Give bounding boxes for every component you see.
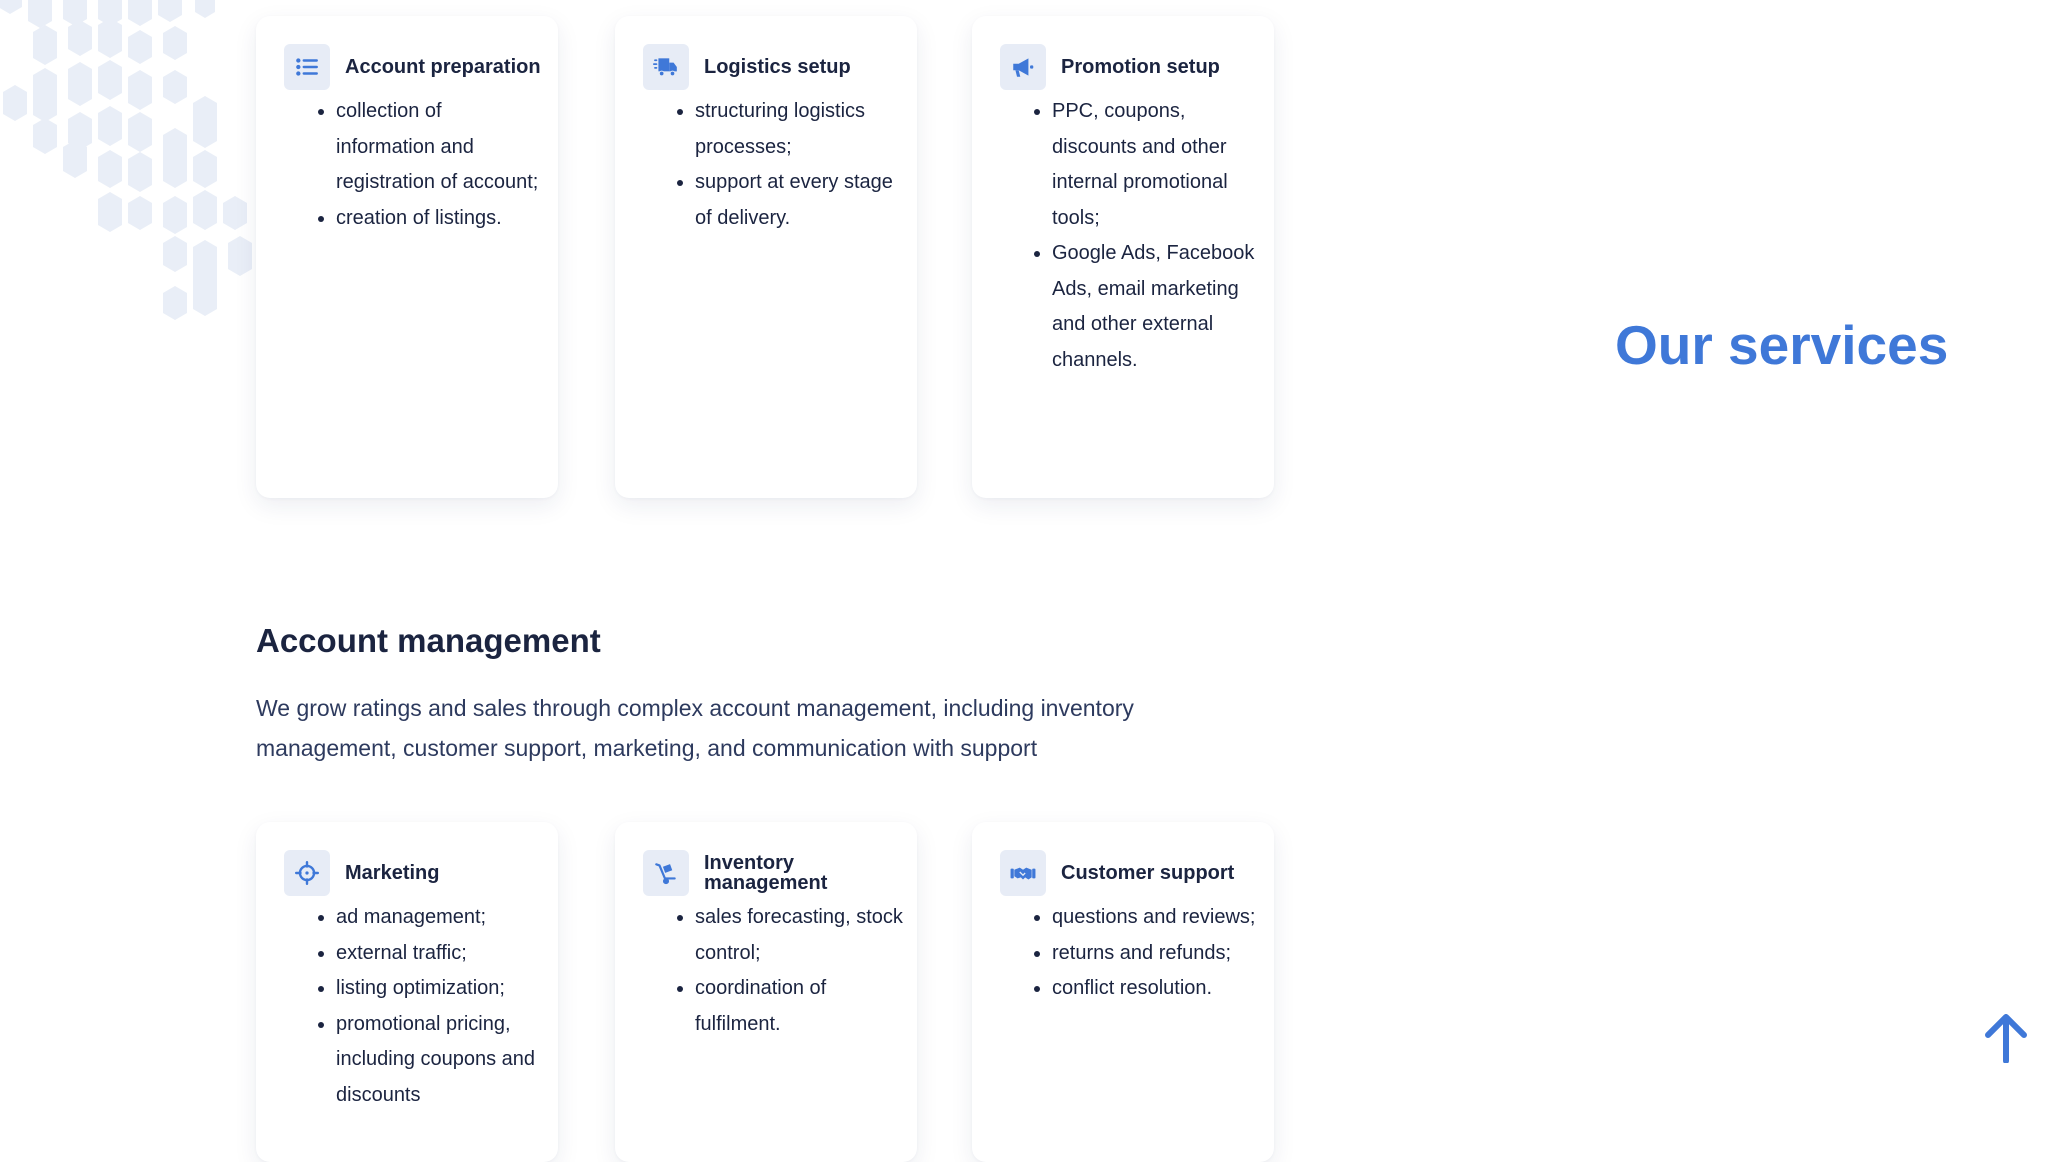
arrow-up-icon: [1985, 1014, 2027, 1064]
crosshair-icon: [284, 850, 330, 896]
card-account-preparation: Account preparation collection of inform…: [256, 16, 558, 498]
card-list: ad management; external traffic; listing…: [308, 900, 546, 1113]
list-item: collection of information and registrati…: [336, 94, 546, 201]
list-item: questions and reviews;: [1052, 900, 1262, 936]
card-title: Inventory management: [704, 852, 828, 894]
list-item: returns and refunds;: [1052, 936, 1262, 972]
card-customer-support: Customer support questions and reviews; …: [972, 822, 1274, 1162]
hexagon-pattern-background: [0, 0, 252, 320]
card-title: Account preparation: [345, 56, 541, 78]
card-list: collection of information and registrati…: [308, 94, 546, 236]
list-item: Google Ads, Facebook Ads, email marketin…: [1052, 236, 1262, 378]
card-promotion-setup: Promotion setup PPC, coupons, discounts …: [972, 16, 1274, 498]
section-description: We grow ratings and sales through comple…: [256, 695, 1134, 761]
card-marketing: Marketing ad management; external traffi…: [256, 822, 558, 1162]
card-list: PPC, coupons, discounts and other intern…: [1024, 94, 1262, 378]
list-icon: [284, 44, 330, 90]
list-item: structuring logistics processes;: [695, 94, 905, 165]
scroll-to-top-button[interactable]: [1984, 1013, 2028, 1064]
list-item: PPC, coupons, discounts and other intern…: [1052, 94, 1262, 236]
card-list: questions and reviews; returns and refun…: [1024, 900, 1262, 1007]
list-item: creation of listings.: [336, 201, 546, 237]
handshake-icon: [1000, 850, 1046, 896]
card-title: Customer support: [1061, 862, 1235, 884]
card-list: sales forecasting, stock control; coordi…: [667, 900, 905, 1042]
list-item: support at every stage of delivery.: [695, 165, 905, 236]
card-logistics-setup: Logistics setup structuring logistics pr…: [615, 16, 917, 498]
section-title: Account management: [256, 622, 601, 659]
our-services-heading: Our services: [1615, 314, 1949, 376]
list-item: promotional pricing, including coupons a…: [336, 1007, 546, 1114]
list-item: sales forecasting, stock control;: [695, 900, 905, 971]
card-title: Promotion setup: [1061, 56, 1220, 78]
list-item: listing optimization;: [336, 971, 546, 1007]
card-title: Marketing: [345, 862, 440, 884]
truck-icon: [643, 44, 689, 90]
card-list: structuring logistics processes; support…: [667, 94, 905, 236]
list-item: external traffic;: [336, 936, 546, 972]
hand-cart-icon: [643, 850, 689, 896]
megaphone-icon: [1000, 44, 1046, 90]
list-item: ad management;: [336, 900, 546, 936]
list-item: conflict resolution.: [1052, 971, 1262, 1007]
card-title: Logistics setup: [704, 56, 851, 78]
list-item: coordination of fulfilment.: [695, 971, 905, 1042]
card-inventory-management: Inventory management sales forecasting, …: [615, 822, 917, 1162]
